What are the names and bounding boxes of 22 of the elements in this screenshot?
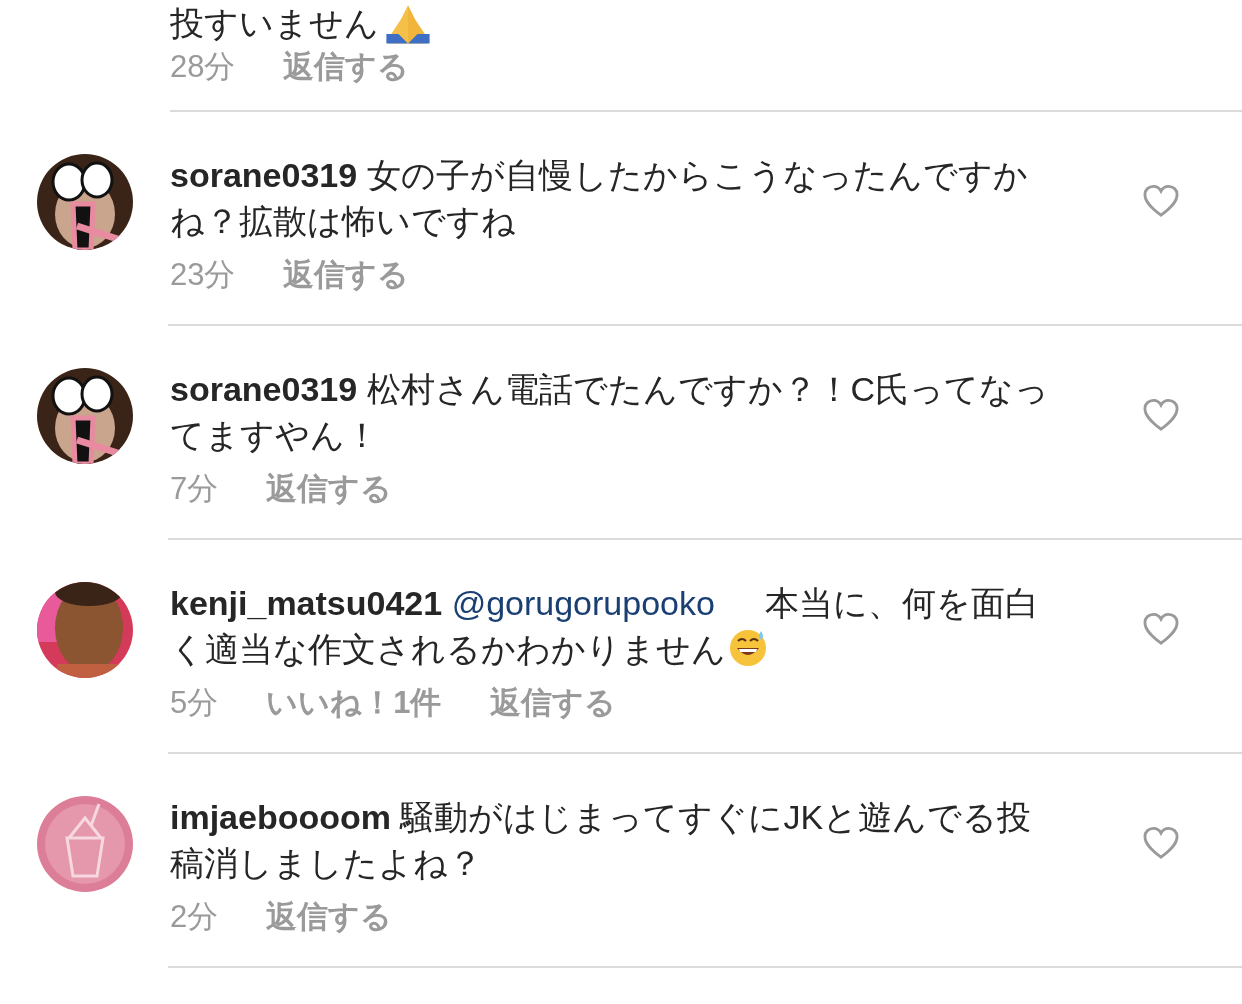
comment-time: 23分 <box>170 256 236 294</box>
comment-text: sorane0319 女の子が自慢したからこうなったんですかね？拡散は怖いですね <box>170 155 1029 242</box>
reply-link[interactable]: 返信する <box>489 682 616 724</box>
heart-icon[interactable] <box>1142 612 1180 646</box>
comment-time: 7分 <box>170 470 219 508</box>
mention-link[interactable]: @gorugorupooko <box>451 584 715 622</box>
comment-text: sorane0319 松村さん電話でたんですか？！C氏ってなってますやん！ <box>170 369 1050 456</box>
reply-link[interactable]: 返信する <box>283 254 410 296</box>
comment-text: 投すいません <box>170 3 379 44</box>
comment-text: imjaeboooom 騒動がはじまってすぐにJKと遊んでる投稿消しましたよね？ <box>170 797 1033 884</box>
heart-icon[interactable] <box>1142 826 1180 860</box>
smiling-face-icon <box>728 627 768 667</box>
heart-icon[interactable] <box>1142 398 1180 432</box>
reply-link[interactable]: 返信する <box>266 468 393 510</box>
comment-time: 5分 <box>170 684 219 722</box>
reply-link[interactable]: 返信する <box>283 46 410 88</box>
comment-time: 2分 <box>170 898 219 936</box>
reply-link[interactable]: 返信する <box>266 896 393 938</box>
heart-icon[interactable] <box>1142 184 1180 218</box>
comment-text: kenji_matsu0421 @gorugorupooko 本当に、何を面白く適当な作文されるかわかりません <box>170 583 1040 670</box>
comment-time: 28分 <box>170 48 236 86</box>
likes-link[interactable]: いいね！1件 <box>266 682 442 724</box>
